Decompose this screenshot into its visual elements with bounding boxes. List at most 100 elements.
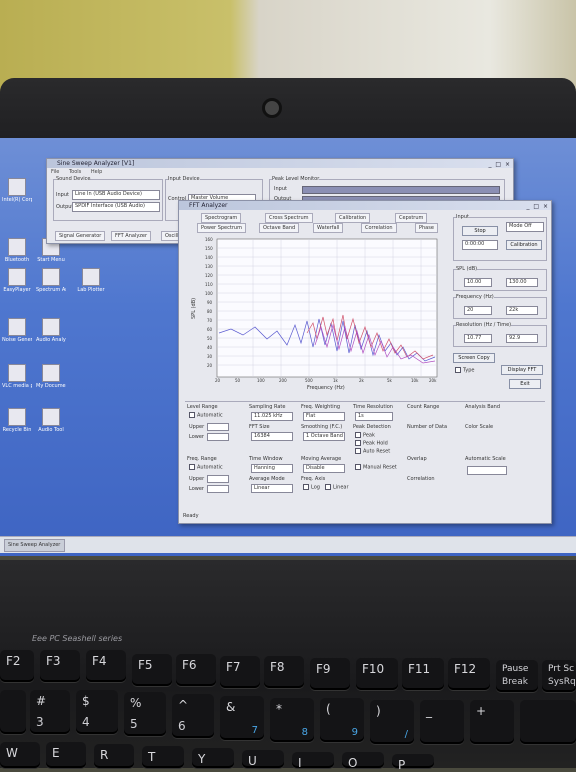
tab-octave-band[interactable]: Octave Band	[259, 223, 300, 233]
tab-signal-generator[interactable]: Signal Generator	[55, 231, 106, 241]
key-f5[interactable]: F5	[132, 654, 172, 686]
log-option[interactable]: Log	[303, 484, 320, 491]
desktop-icon[interactable]: Recycle Bin	[2, 408, 32, 434]
peak-option[interactable]: Peak	[355, 432, 375, 439]
calibration-button[interactable]: Calibration	[506, 240, 542, 250]
desktop-icon[interactable]: Noise Generator	[2, 318, 32, 344]
screen-copy-button[interactable]: Screen Copy	[453, 353, 495, 363]
desktop-icon[interactable]: Spectrum Analyzer	[36, 268, 66, 294]
tab-cross-spectrum[interactable]: Cross Spectrum	[265, 213, 313, 223]
type-option[interactable]: Type	[455, 367, 474, 374]
key-backspace[interactable]	[520, 700, 576, 744]
key-f9[interactable]: F9	[310, 658, 350, 690]
key-print-screen[interactable]: Prt Sc SysRq	[542, 660, 576, 692]
desktop-icon[interactable]: VLC media player	[2, 364, 32, 390]
smoothing-select[interactable]: 1 Octave Band	[303, 432, 345, 441]
key-p[interactable]: P	[392, 754, 434, 772]
tab-correlation[interactable]: Correlation	[361, 223, 397, 233]
tab-fft-analyzer[interactable]: FFT Analyzer	[111, 231, 152, 241]
fft-size-select[interactable]: 16384	[251, 432, 293, 441]
desktop-icon[interactable]: My Documents	[36, 364, 66, 390]
key-e[interactable]: E	[46, 742, 86, 768]
key-y[interactable]: Y	[192, 748, 234, 768]
key-f3[interactable]: F3	[40, 650, 80, 682]
key-equals[interactable]: +	[470, 700, 514, 744]
key-7[interactable]: & 7	[220, 696, 264, 740]
tab-phase[interactable]: Phase	[415, 223, 438, 233]
key-w[interactable]: W	[0, 742, 40, 768]
key-5[interactable]: % 5	[124, 692, 166, 736]
freq-lower-field[interactable]	[207, 485, 229, 493]
key-3[interactable]: #3	[30, 690, 70, 734]
auto-reset-radio[interactable]	[355, 448, 361, 454]
average-mode-select[interactable]: Linear	[251, 484, 293, 493]
freq-max-field[interactable]: 22k	[506, 306, 538, 315]
lower-field[interactable]	[207, 433, 229, 441]
tab-power-spectrum[interactable]: Power Spectrum	[197, 223, 246, 233]
key-f12[interactable]: F12	[448, 658, 490, 690]
key-4[interactable]: $4	[76, 690, 118, 734]
key-9[interactable]: (9	[320, 698, 364, 742]
key-pause[interactable]: Pause Break	[496, 660, 538, 692]
tab-waterfall[interactable]: Waterfall	[313, 223, 344, 233]
key-0[interactable]: ) /	[370, 700, 414, 744]
key-f8[interactable]: F8	[264, 656, 304, 688]
input-device-select[interactable]: Line In (USB Audio Device)	[72, 190, 160, 200]
desktop-icon[interactable]: EasyPlayer	[2, 268, 32, 294]
freq-upper-field[interactable]	[207, 475, 229, 483]
output-device-select[interactable]: SPDIF Interface (USB Audio)	[72, 202, 160, 212]
freq-weighting-select[interactable]: Flat	[303, 412, 345, 421]
spl-min-field[interactable]: 10.00	[464, 278, 492, 287]
menu-help[interactable]: Help	[91, 169, 102, 175]
peak-hold-radio[interactable]	[355, 440, 361, 446]
desktop-icon[interactable]: Audio Tool	[36, 408, 66, 434]
freq-range-automatic-option[interactable]: Automatic	[189, 464, 223, 471]
tab-spectrogram[interactable]: Spectrogram	[201, 213, 242, 223]
linear-radio[interactable]	[325, 484, 331, 490]
moving-average-select[interactable]: Disable	[303, 464, 345, 473]
exit-button[interactable]: Exit	[509, 379, 541, 389]
freq-range-automatic-checkbox[interactable]	[189, 464, 195, 470]
type-checkbox[interactable]	[455, 367, 461, 373]
linear-option[interactable]: Linear	[325, 484, 349, 491]
automatic-option[interactable]: Automatic	[189, 412, 223, 419]
key-2[interactable]	[0, 690, 26, 734]
key-r[interactable]: R	[94, 744, 134, 768]
auto-reset-option[interactable]: Auto Reset	[355, 448, 390, 455]
key-u[interactable]: U	[242, 750, 284, 768]
desktop-icon[interactable]: Intel(R) Corporation Graphics	[2, 178, 32, 204]
automatic-checkbox[interactable]	[189, 412, 195, 418]
menu-file[interactable]: File	[51, 169, 59, 175]
manual-reset-radio[interactable]	[355, 464, 361, 470]
stop-button[interactable]: Stop	[462, 226, 498, 236]
key-8[interactable]: * 8	[270, 698, 314, 742]
freq-min-field[interactable]: 20	[464, 306, 492, 315]
desktop-icon[interactable]: Bluetooth	[2, 238, 32, 264]
time-resolution-select[interactable]: 1s	[355, 412, 393, 421]
desktop-icon[interactable]: Lab Plotter	[76, 268, 106, 294]
key-f10[interactable]: F10	[356, 658, 398, 690]
menu-tools[interactable]: Tools	[69, 169, 81, 175]
key-f6[interactable]: F6	[176, 654, 216, 686]
display-fft-button[interactable]: Display FFT	[501, 365, 543, 375]
key-f11[interactable]: F11	[402, 658, 444, 690]
peak-radio[interactable]	[355, 432, 361, 438]
key-i[interactable]: I	[292, 752, 334, 770]
peak-hold-option[interactable]: Peak Hold	[355, 440, 388, 447]
key-f4[interactable]: F4	[86, 650, 126, 682]
sampling-rate-select[interactable]: 11.025 kHz	[251, 412, 293, 421]
upper-field[interactable]	[207, 423, 229, 431]
time-window-select[interactable]: Hanning	[251, 464, 293, 473]
desktop-icon[interactable]: Audio Analyzer	[36, 318, 66, 344]
log-radio[interactable]	[303, 484, 309, 490]
key-f7[interactable]: F7	[220, 656, 260, 688]
manual-reset-option[interactable]: Manual Reset	[355, 464, 397, 471]
key-t[interactable]: T	[142, 746, 184, 768]
key-minus[interactable]: _	[420, 700, 464, 744]
key-6[interactable]: ^ 6	[172, 694, 214, 738]
automatic-scale-field[interactable]	[467, 466, 507, 475]
tab-calibration[interactable]: Calibration	[335, 213, 371, 223]
tab-cepstrum[interactable]: Cepstrum	[395, 213, 428, 223]
window-controls[interactable]: _ □ ×	[488, 160, 511, 169]
window-controls[interactable]: _ □ ×	[526, 202, 549, 211]
